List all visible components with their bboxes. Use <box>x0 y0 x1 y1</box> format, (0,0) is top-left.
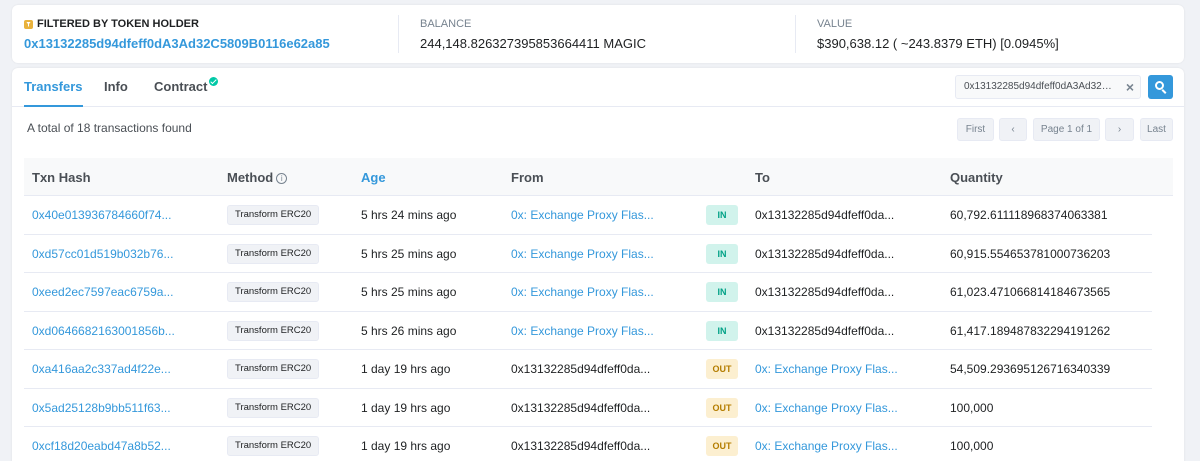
direction-badge: IN <box>706 205 738 225</box>
direction-badge: IN <box>706 320 738 341</box>
balance-label: BALANCE <box>420 18 472 30</box>
age-cell: 5 hrs 25 mins ago <box>361 285 457 299</box>
to-address: 0x13132285d94dfeff0da... <box>755 246 895 261</box>
txn-hash-link[interactable]: 0xa416aa2c337ad4f22e... <box>32 362 182 376</box>
direction-badge: OUT <box>706 397 738 418</box>
transfers-card: Transfers Info Contract 0x13132285d94dfe… <box>12 68 1184 461</box>
age-cell: 1 day 19 hrs ago <box>361 362 451 376</box>
table-row: 0xcf18d20eabd47a8b52... Transform ERC20 1 … <box>24 427 1152 461</box>
from-address[interactable]: 0x: Exchange Proxy Flas... <box>511 324 661 338</box>
age-cell: 5 hrs 25 mins ago <box>361 246 457 261</box>
address-filter-value: 0x13132285d94dfeff0dA3Ad32C5809B0116e62a… <box>964 81 1114 92</box>
tab-bar: Transfers Info Contract 0x13132285d94dfe… <box>12 68 1184 107</box>
quantity-cell: 100,000 <box>950 400 994 415</box>
direction-badge: OUT <box>706 436 738 456</box>
total-transactions: A total of 18 transactions found <box>27 121 192 135</box>
tab-contract-label: Contract <box>154 79 208 94</box>
pager-next-button[interactable]: › <box>1105 118 1134 141</box>
method-badge: Transform ERC20 <box>227 243 320 264</box>
from-address: 0x13132285d94dfeff0da... <box>511 400 651 415</box>
transfers-table-body: 0x40e013936784660f74... Transform ERC20 5 … <box>24 196 1152 461</box>
direction-badge: IN <box>706 282 738 302</box>
verified-check-icon <box>209 77 219 86</box>
to-address[interactable]: 0x: Exchange Proxy Flas... <box>755 362 903 376</box>
quantity-cell: 60,915.554653781000736203 <box>950 246 1111 261</box>
table-row: 0x5ad25128b9bb511f63... Transform ERC20 1 … <box>24 389 1152 427</box>
filter-icon <box>24 19 33 29</box>
header-quantity: Quantity <box>950 170 1003 185</box>
summary-divider <box>795 15 796 53</box>
pager-first-button[interactable]: First <box>957 118 994 141</box>
from-address[interactable]: 0x: Exchange Proxy Flas... <box>511 247 661 261</box>
quantity-cell: 61,023.471066814184673565 <box>950 285 1111 299</box>
method-badge: Transform ERC20 <box>227 320 320 341</box>
txn-hash-link[interactable]: 0x40e013936784660f74... <box>32 208 182 222</box>
age-cell: 5 hrs 26 mins ago <box>361 323 457 338</box>
token-holder-summary: FILTERED BY TOKEN HOLDER 0x13132285d94df… <box>12 5 1184 63</box>
summary-divider <box>398 15 399 53</box>
header-from: From <box>511 170 544 185</box>
header-method-label: Method <box>227 170 274 185</box>
txn-hash-link[interactable]: 0xeed2ec7597eac6759a... <box>32 285 182 299</box>
header-method: Method i <box>227 170 288 185</box>
value-column: VALUE $390,638.12 ( ~243.8379 ETH) [0.09… <box>817 17 1059 53</box>
pager-prev-button[interactable]: ‹ <box>999 118 1027 141</box>
method-badge: Transform ERC20 <box>227 397 320 418</box>
filter-label-row: FILTERED BY TOKEN HOLDER <box>24 17 330 31</box>
from-address: 0x13132285d94dfeff0da... <box>511 439 651 453</box>
from-address: 0x13132285d94dfeff0da... <box>511 362 651 376</box>
to-address: 0x13132285d94dfeff0da... <box>755 285 895 299</box>
pager-last-button[interactable]: Last <box>1140 118 1173 141</box>
quantity-cell: 54,509.293695126716340339 <box>950 362 1111 376</box>
tab-contract[interactable]: Contract <box>154 68 219 107</box>
quantity-cell: 61,417.189487832294191262 <box>950 323 1111 338</box>
to-address: 0x13132285d94dfeff0da... <box>755 208 895 222</box>
direction-badge: OUT <box>706 359 738 379</box>
filter-column: FILTERED BY TOKEN HOLDER 0x13132285d94df… <box>24 17 330 53</box>
age-cell: 5 hrs 24 mins ago <box>361 208 457 222</box>
tab-transfers[interactable]: Transfers <box>24 68 83 107</box>
holder-address-link[interactable]: 0x13132285d94dfeff0dA3Ad32C5809B0116e62a… <box>24 35 330 53</box>
to-address: 0x13132285d94dfeff0da... <box>755 323 895 338</box>
value-value: $390,638.12 ( ~243.8379 ETH) [0.0945%] <box>817 36 1059 51</box>
to-address[interactable]: 0x: Exchange Proxy Flas... <box>755 439 903 453</box>
age-cell: 1 day 19 hrs ago <box>361 439 451 453</box>
header-age[interactable]: Age <box>361 170 386 185</box>
method-badge: Transform ERC20 <box>227 205 320 225</box>
header-txn-hash: Txn Hash <box>32 170 91 185</box>
table-row: 0x40e013936784660f74... Transform ERC20 5 … <box>24 196 1152 235</box>
header-to: To <box>755 170 770 185</box>
quantity-cell: 60,792.611118968374063381 <box>950 208 1108 222</box>
table-row: 0xa416aa2c337ad4f22e... Transform ERC20 1 … <box>24 350 1152 389</box>
txn-hash-link[interactable]: 0xcf18d20eabd47a8b52... <box>32 439 182 453</box>
info-icon[interactable]: i <box>276 173 288 184</box>
method-badge: Transform ERC20 <box>227 436 320 456</box>
table-row: 0xd0646682163001856b... Transform ERC20 5 … <box>24 312 1152 350</box>
value-label: VALUE <box>817 18 853 30</box>
txn-hash-link[interactable]: 0xd0646682163001856b... <box>32 324 182 338</box>
to-address[interactable]: 0x: Exchange Proxy Flas... <box>755 401 903 415</box>
pager-page-indicator: Page 1 of 1 <box>1033 118 1100 141</box>
from-address[interactable]: 0x: Exchange Proxy Flas... <box>511 285 661 299</box>
direction-badge: IN <box>706 243 738 264</box>
age-cell: 1 day 19 hrs ago <box>361 400 451 415</box>
txn-hash-link[interactable]: 0xd57cc01d519b032b76... <box>32 247 182 261</box>
balance-column: BALANCE 244,148.826327395853664411 MAGIC <box>420 17 646 53</box>
table-header: Txn Hash Method i Age From To Quantity <box>24 158 1173 196</box>
tab-info[interactable]: Info <box>104 68 128 107</box>
method-badge: Transform ERC20 <box>227 359 320 379</box>
balance-value: 244,148.826327395853664411 MAGIC <box>420 36 647 51</box>
search-button[interactable] <box>1148 75 1173 99</box>
table-row: 0xd57cc01d519b032b76... Transform ERC20 5 … <box>24 235 1152 273</box>
quantity-cell: 100,000 <box>950 439 994 453</box>
from-address[interactable]: 0x: Exchange Proxy Flas... <box>511 208 661 222</box>
filter-label: FILTERED BY TOKEN HOLDER <box>37 18 199 30</box>
clear-icon[interactable]: × <box>1126 78 1134 96</box>
address-filter-input[interactable]: 0x13132285d94dfeff0dA3Ad32C5809B0116e62a… <box>955 75 1141 99</box>
txn-hash-link[interactable]: 0x5ad25128b9bb511f63... <box>32 401 182 415</box>
search-icon-handle <box>1161 89 1167 94</box>
table-row: 0xeed2ec7597eac6759a... Transform ERC20 5 … <box>24 273 1152 312</box>
method-badge: Transform ERC20 <box>227 282 320 302</box>
